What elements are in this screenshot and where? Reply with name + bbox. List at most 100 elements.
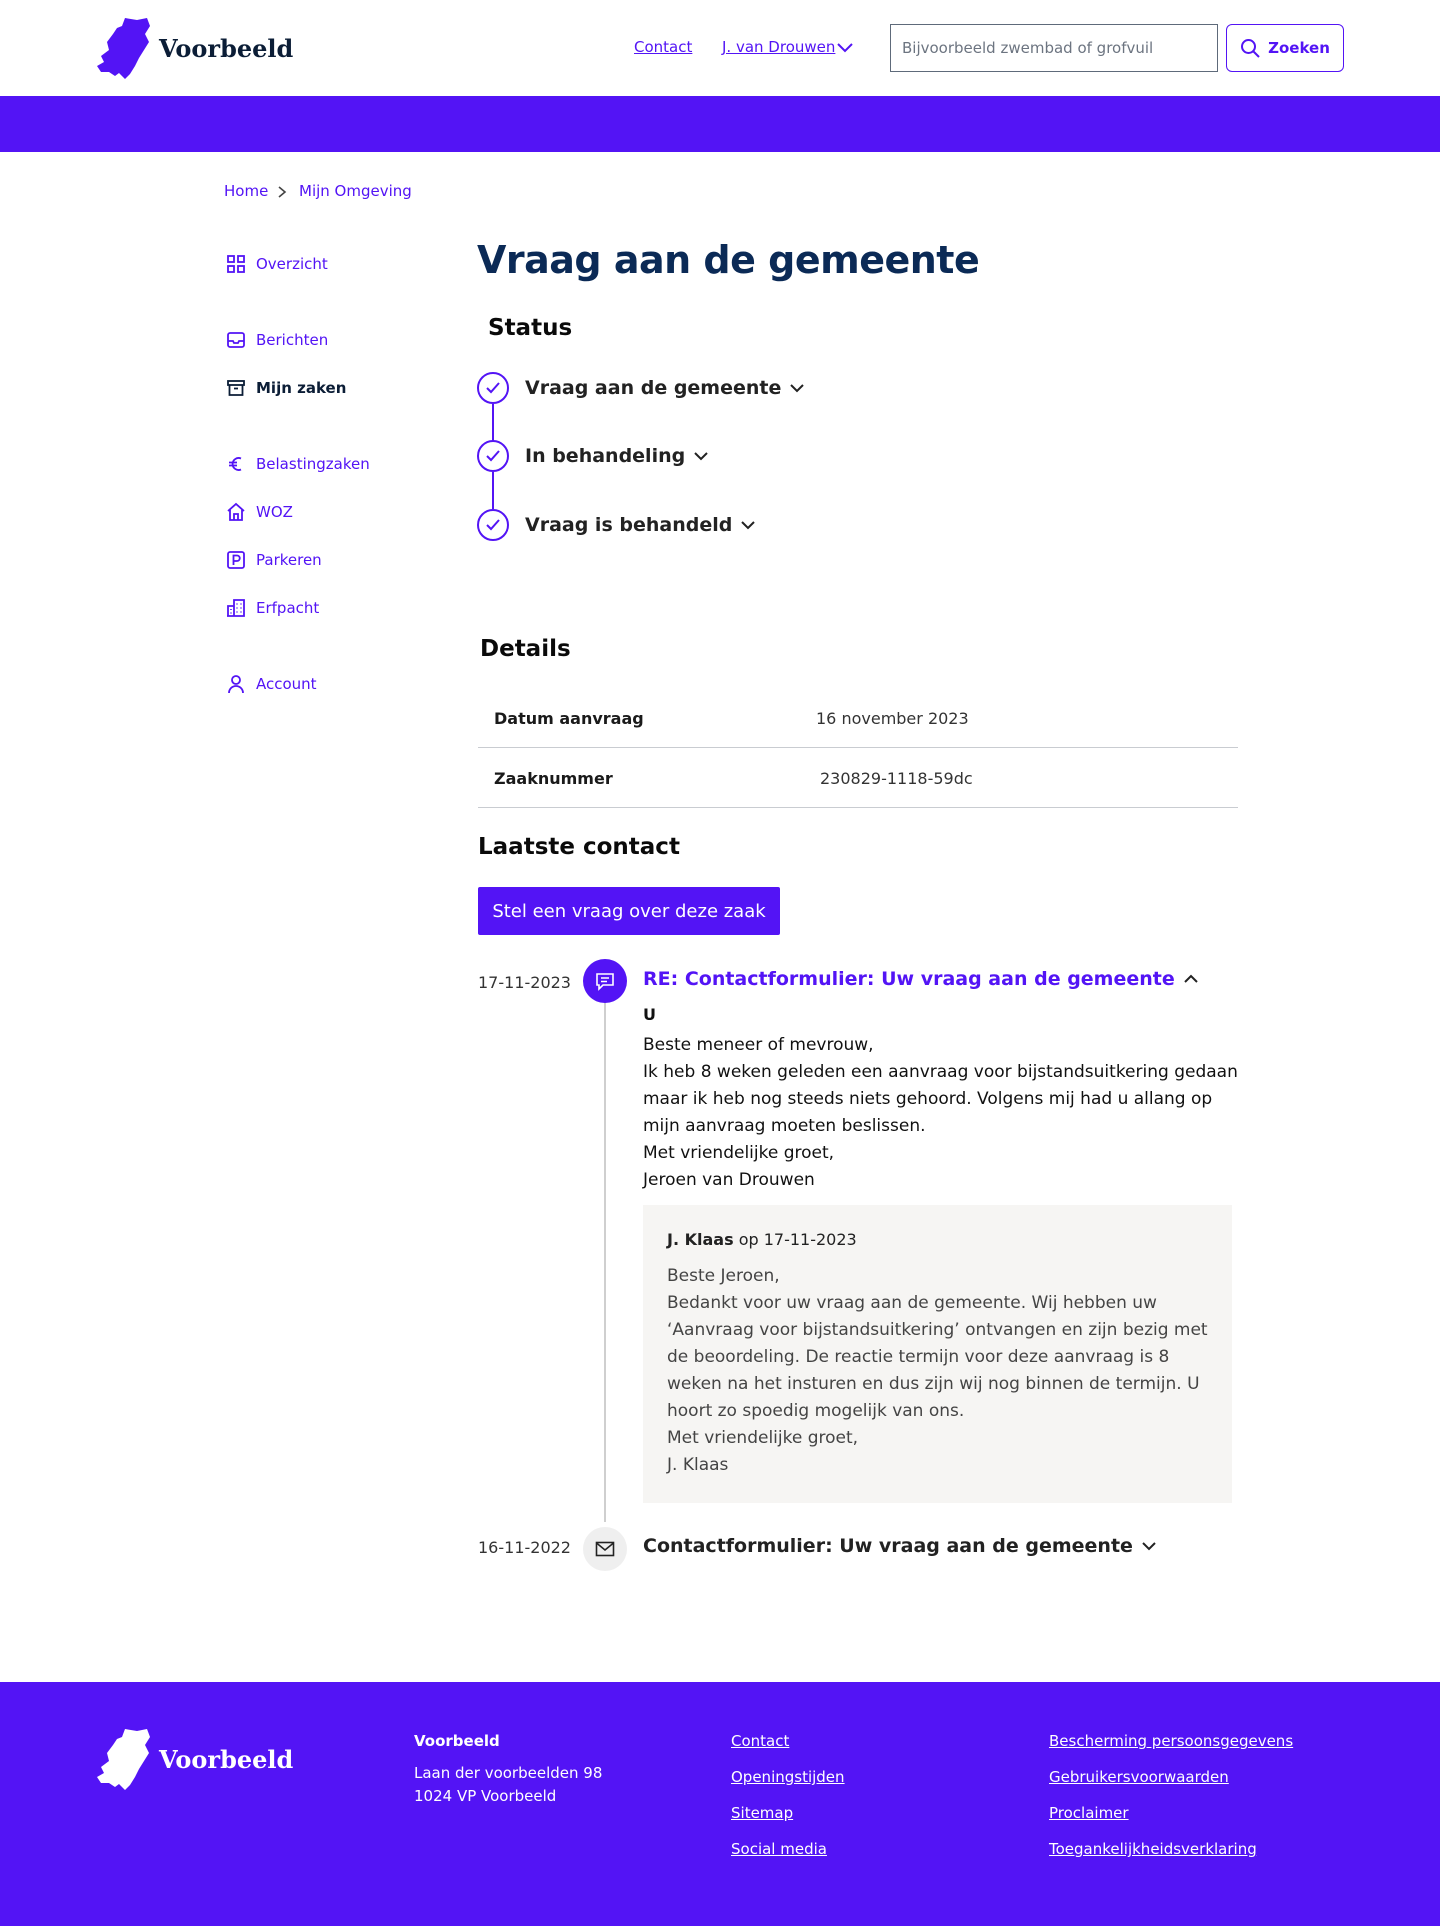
chevron-down-icon[interactable]: [789, 382, 805, 394]
euro-icon: [224, 452, 248, 476]
sidebar-item-account[interactable]: Account: [224, 672, 317, 696]
logo-text: Voorbeeld: [159, 33, 294, 63]
building-icon: [224, 596, 248, 620]
reply-line: Bedankt voor uw vraag aan de gemeente. W…: [667, 1293, 1208, 1421]
message-title[interactable]: RE: Contactformulier: Uw vraag aan de ge…: [643, 968, 1199, 990]
contact-link[interactable]: Contact: [634, 38, 692, 56]
reply-line: J. Klaas: [667, 1455, 729, 1475]
netherlands-map-icon: [97, 1729, 150, 1790]
sidebar-item-erfpacht[interactable]: Erfpacht: [224, 596, 319, 620]
status-step[interactable]: Vraag is behandeld: [477, 509, 756, 541]
chat-icon: [583, 959, 627, 1003]
timeline-line: [604, 1002, 606, 1522]
message-body: Beste meneer of mevrouw, Ik heb 8 weken …: [643, 1032, 1243, 1194]
status-connector: [492, 404, 494, 441]
site-logo[interactable]: Voorbeeld: [95, 16, 293, 80]
inbox-icon: [224, 328, 248, 352]
chevron-down-icon[interactable]: [836, 40, 854, 54]
check-circle-icon: [477, 509, 509, 541]
message-date: 16-11-2022: [478, 1538, 571, 1557]
message-title-text: RE: Contactformulier: Uw vraag aan de ge…: [643, 968, 1175, 990]
chevron-down-icon[interactable]: [693, 450, 709, 462]
sidebar-item-mijn-zaken[interactable]: Mijn zaken: [224, 376, 346, 400]
footer-link-proclaimer[interactable]: Proclaimer: [1049, 1804, 1129, 1822]
contact-heading: Laatste contact: [478, 834, 680, 860]
breadcrumb-mijn-omgeving[interactable]: Mijn Omgeving: [299, 182, 412, 200]
user-icon: [224, 672, 248, 696]
footer-link-terms[interactable]: Gebruikersvoorwaarden: [1049, 1768, 1229, 1786]
status-step-label: Vraag is behandeld: [525, 514, 733, 536]
home-icon: [224, 500, 248, 524]
user-menu-link[interactable]: J. van Drouwen: [722, 38, 835, 56]
message-line: Beste meneer of mevrouw,: [643, 1035, 874, 1055]
mail-icon: [583, 1527, 627, 1571]
page-title: Vraag aan de gemeente: [477, 238, 980, 282]
status-step[interactable]: In behandeling: [477, 440, 709, 472]
ask-question-button[interactable]: Stel een vraag over deze zaak: [478, 887, 780, 935]
check-circle-icon: [477, 440, 509, 472]
archive-icon: [224, 376, 248, 400]
details-key: Datum aanvraag: [494, 709, 644, 728]
sidebar-item-woz[interactable]: WOZ: [224, 500, 293, 524]
details-value: 16 november 2023: [816, 709, 969, 728]
sidebar-item-label: Mijn zaken: [256, 379, 347, 397]
details-key: Zaaknummer: [494, 769, 613, 788]
header-band: [0, 96, 1440, 152]
grid-icon: [224, 252, 248, 276]
reply-date: op 17-11-2023: [738, 1230, 857, 1249]
details-row: Datum aanvraag 16 november 2023: [478, 689, 1238, 748]
details-row: Zaaknummer 230829-1118-59dc: [478, 749, 1238, 808]
message-line: Ik heb 8 weken geleden een aanvraag voor…: [643, 1062, 1238, 1136]
sidebar-item-belastingzaken[interactable]: Belastingzaken: [224, 452, 370, 476]
sidebar-item-label: Berichten: [256, 331, 329, 349]
message-line: Met vriendelijke groet,: [643, 1143, 835, 1163]
footer-org-name: Voorbeeld: [414, 1732, 500, 1750]
search-input[interactable]: [890, 24, 1218, 72]
footer-link-openingstijden[interactable]: Openingstijden: [731, 1768, 845, 1786]
message-title[interactable]: Contactformulier: Uw vraag aan de gemeen…: [643, 1535, 1157, 1557]
footer-address-line: 1024 VP Voorbeeld: [414, 1787, 557, 1805]
footer-logo-text: Voorbeeld: [159, 1744, 294, 1774]
footer-address-line: Laan der voorbeelden 98: [414, 1764, 603, 1782]
message-title-text: Contactformulier: Uw vraag aan de gemeen…: [643, 1535, 1133, 1557]
sidebar-item-berichten[interactable]: Berichten: [224, 328, 328, 352]
reply-body: Beste Jeroen, Bedankt voor uw vraag aan …: [667, 1263, 1215, 1479]
chevron-right-icon: [278, 186, 287, 198]
footer-link-privacy[interactable]: Bescherming persoonsgegevens: [1049, 1732, 1293, 1750]
details-value: 230829-1118-59dc: [820, 769, 973, 788]
message-sender: U: [643, 1005, 656, 1024]
site-footer: Voorbeeld Voorbeeld Laan der voorbeelden…: [0, 1682, 1440, 1926]
reply-line: Beste Jeroen,: [667, 1266, 780, 1286]
breadcrumb-home[interactable]: Home: [224, 182, 268, 200]
status-step-label: In behandeling: [525, 445, 686, 467]
check-circle-icon: [477, 372, 509, 404]
chevron-up-icon[interactable]: [1183, 973, 1199, 985]
reply-author: J. Klaas: [667, 1230, 734, 1249]
chevron-down-icon[interactable]: [740, 519, 756, 531]
footer-link-social-media[interactable]: Social media: [731, 1840, 827, 1858]
site-header: Voorbeeld Contact J. van Drouwen Zoeken: [0, 0, 1440, 96]
status-step[interactable]: Vraag aan de gemeente: [477, 372, 805, 404]
footer-link-contact[interactable]: Contact: [731, 1732, 789, 1750]
search-icon: [1241, 39, 1260, 58]
sidebar-item-label: Erfpacht: [256, 599, 320, 617]
sidebar-item-label: Account: [256, 675, 317, 693]
details-heading: Details: [480, 636, 571, 662]
footer-link-accessibility[interactable]: Toegankelijkheidsverklaring: [1049, 1840, 1257, 1858]
search-button[interactable]: Zoeken: [1226, 24, 1344, 72]
status-step-label: Vraag aan de gemeente: [525, 377, 782, 399]
chevron-down-icon[interactable]: [1141, 1540, 1157, 1552]
parking-icon: [224, 548, 248, 572]
message-line: Jeroen van Drouwen: [643, 1170, 815, 1190]
sidebar-item-label: Belastingzaken: [256, 455, 370, 473]
reply-line: Met vriendelijke groet,: [667, 1428, 859, 1448]
footer-logo[interactable]: Voorbeeld: [95, 1727, 293, 1791]
reply-card: J. Klaas op 17-11-2023 Beste Jeroen, Bed…: [643, 1205, 1232, 1503]
netherlands-map-icon: [97, 18, 150, 79]
footer-link-sitemap[interactable]: Sitemap: [731, 1804, 793, 1822]
status-heading: Status: [488, 315, 573, 341]
sidebar-item-parkeren[interactable]: Parkeren: [224, 548, 322, 572]
sidebar-item-overzicht[interactable]: Overzicht: [224, 252, 328, 276]
search-button-label: Zoeken: [1268, 39, 1330, 57]
message-date: 17-11-2023: [478, 973, 571, 992]
